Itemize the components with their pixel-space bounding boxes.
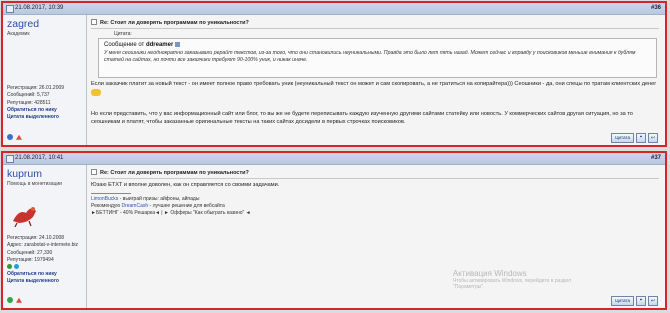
signature-line-1: LimonBucks - выиграй призы: айфоны, айпа… (91, 196, 251, 203)
signature-prefix-2: Рекомендую (91, 203, 122, 209)
user-status-icons (7, 134, 25, 141)
quote-button[interactable]: Цитата (611, 296, 634, 306)
post-number-link[interactable]: #37 (651, 155, 661, 161)
online-status-icon (7, 134, 13, 141)
report-icon[interactable] (16, 134, 22, 140)
user-sidebar: zagred Академик Регистрация: 26.01.2009 … (3, 15, 87, 145)
user-address: Адрес: zarabotat-v-internete.biz (7, 242, 79, 249)
quote-selected-link[interactable]: Цитата выделенного (7, 114, 64, 121)
post-37: 21.08.2017, 10:41 #37 kuprum Помощь в мо… (1, 151, 667, 310)
quote-selected-link[interactable]: Цитата выделенного (7, 278, 78, 285)
post-text-paragraph-2: Но если представить, что у вас информаци… (91, 111, 633, 125)
post-icon (6, 5, 14, 13)
post-date: 21.08.2017, 10:41 (15, 155, 64, 161)
quote-text: У меня сеошники неоднократно заказывали … (104, 50, 636, 64)
skype-icon[interactable] (14, 264, 19, 270)
username-link[interactable]: zagred (7, 18, 39, 30)
message-count: Сообщений: 5,737 (7, 92, 50, 99)
user-title: Академик (7, 31, 30, 37)
quick-reply-button[interactable]: ↩ (648, 296, 658, 306)
message-count: Сообщений: 27,330 (7, 249, 53, 256)
username-link[interactable]: kuprum (7, 168, 42, 180)
registration-date: Регистрация: 24.10.2008 (7, 235, 65, 241)
post-text-paragraph-1: Юзаю ETXT и вполне доволен, как он справ… (91, 182, 280, 188)
quote-header-prefix: Сообщение от (104, 42, 145, 49)
limonbucks-link[interactable]: LimonBucks (91, 196, 118, 202)
post-text-1: Если заказчик платит за новый текст - он… (91, 81, 657, 87)
post-header: 21.08.2017, 10:41 #37 (3, 153, 665, 165)
avatar (9, 201, 39, 227)
reputation: Репутация: 1979494 (7, 256, 54, 263)
subject-divider (91, 28, 659, 29)
contact-by-nick-link[interactable]: Обратиться по нику (7, 271, 78, 278)
quote-caption: Цитата: (114, 31, 132, 37)
windows-activation-watermark: Активация Windows Чтобы активировать Win… (453, 269, 571, 290)
online-status-icon (7, 297, 13, 304)
post-date: 21.08.2017, 10:39 (15, 5, 64, 11)
contact-by-nick-link[interactable]: Обратиться по нику (7, 107, 64, 114)
post-icon (6, 155, 14, 163)
watermark-title: Активация Windows (452, 269, 527, 278)
quote-author: ddreamer (145, 42, 174, 49)
view-post-icon[interactable] (174, 42, 180, 47)
post-number-link[interactable]: #36 (651, 5, 661, 11)
subject-divider (91, 178, 659, 179)
quote-header: Сообщение от ddreamer (104, 42, 651, 48)
post-subject: Re: Стоит ли доверять программам по уник… (91, 19, 249, 26)
user-sidebar: kuprum Помощь в монетизации Регистрация:… (3, 165, 87, 308)
multi-quote-button[interactable]: ❝ (636, 133, 646, 143)
quote-block: Сообщение от ddreamer У меня сеошники не… (98, 38, 657, 78)
post-action-buttons: Цитата ❝ ↩ (609, 133, 658, 143)
signature: LimonBucks - выиграй призы: айфоны, айпа… (91, 196, 251, 217)
signature-text-2: - лучшее решение для вебсайта (148, 203, 225, 209)
post-header: 21.08.2017, 10:39 #36 (3, 3, 665, 15)
post-text-paragraph-1: Если заказчик платит за новый текст - он… (91, 81, 657, 98)
icq-icon[interactable] (7, 264, 12, 270)
signature-divider (91, 193, 131, 194)
user-status-icons (7, 297, 25, 304)
smiley-icon (91, 88, 101, 96)
watermark-line-3: "Параметры". (452, 284, 485, 290)
post-action-buttons: Цитата ❝ ↩ (609, 296, 658, 306)
reputation: Репутация: 428511 (7, 99, 51, 106)
user-stats: Регистрация: 24.10.2008 Адрес: zarabotat… (7, 235, 78, 286)
post-content: Re: Стоит ли доверять программам по уник… (88, 15, 663, 145)
multi-quote-button[interactable]: ❝ (636, 296, 646, 306)
post-content: Re: Стоит ли доверять программам по уник… (88, 165, 663, 308)
dreamcash-link[interactable]: DreamCash (121, 203, 148, 209)
user-title: Помощь в монетизации (7, 181, 62, 187)
quick-reply-button[interactable]: ↩ (648, 133, 658, 143)
signature-line-3[interactable]: ►БЕТТИНГ - 40% Решарка◄ | ► Офферы "Как … (91, 210, 251, 217)
quote-button[interactable]: Цитата (611, 133, 634, 143)
user-stats: Регистрация: 26.01.2009 Сообщений: 5,737… (7, 85, 64, 121)
report-icon[interactable] (16, 297, 22, 303)
signature-line-2: Рекомендую DreamCash - лучшее решение дл… (91, 203, 251, 210)
signature-text-1: - выиграй призы: айфоны, айпады (118, 196, 200, 202)
post-subject: Re: Стоит ли доверять программам по уник… (91, 169, 249, 176)
post-36: 21.08.2017, 10:39 #36 zagred Академик Ре… (1, 1, 667, 147)
